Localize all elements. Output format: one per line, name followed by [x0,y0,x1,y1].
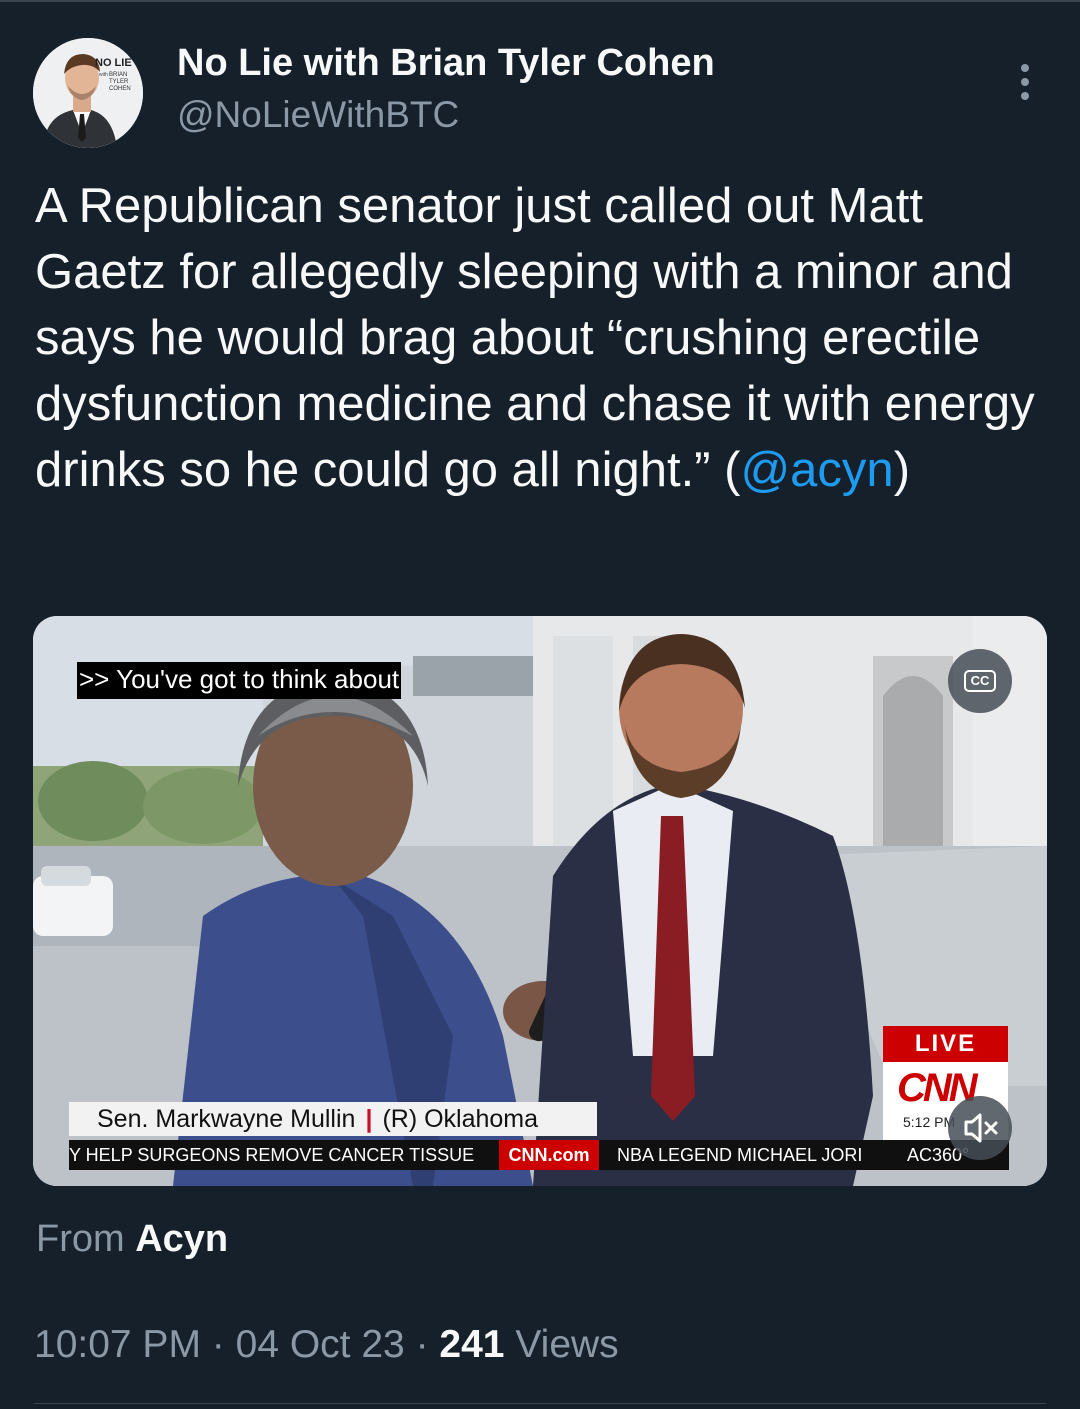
view-count: 241 [439,1323,505,1366]
meta-separator: · [415,1323,429,1366]
chyron-separator: | [365,1105,373,1133]
author-avatar[interactable]: NO LIE with BRIAN TYLER COHEN [33,38,143,148]
avatar-logo-brian: BRIAN [109,72,127,78]
avatar-image: NO LIE with BRIAN TYLER COHEN [33,38,143,148]
tweet-metadata: 10:07 PM · 04 Oct 23 · 241 Views [34,1323,619,1367]
avatar-logo-nolie: NO LIE [95,57,132,69]
more-options-button[interactable] [1004,60,1046,104]
tweet-date[interactable]: 04 Oct 23 [236,1323,405,1366]
tweet-time[interactable]: 10:07 PM [34,1323,201,1366]
chyron-name: Sen. Markwayne Mullin [97,1105,356,1133]
bottom-divider [34,1403,1046,1404]
unmute-button[interactable] [948,1096,1012,1160]
speaker-muted-icon [964,1113,998,1143]
author-display-name[interactable]: No Lie with Brian Tyler Cohen [177,42,715,85]
chyron-party: (R) Oklahoma [382,1105,539,1133]
video-player[interactable]: >> You've got to think about CC LIVE CNN… [33,616,1047,1186]
ticker-headline-right: NBA LEGEND MICHAEL JORI [617,1145,863,1165]
ticker-headline-left: Y HELP SURGEONS REMOVE CANCER TISSUE [69,1145,475,1165]
closed-captions-button[interactable]: CC [948,649,1012,713]
chyron-name-bar: Sen. Markwayne Mullin | (R) Oklahoma [69,1102,597,1136]
live-badge: LIVE [883,1026,1008,1062]
source-prefix: From [36,1218,125,1260]
ticker-brand: CNN.com [499,1140,599,1170]
more-dot-icon [1021,78,1029,86]
top-divider [0,0,1080,2]
tweet-text: A Republican senator just called out Mat… [35,173,1035,503]
cc-icon: CC [963,670,997,692]
views-label: Views [515,1323,619,1366]
more-dot-icon [1021,64,1029,72]
avatar-logo-tyler: TYLER [109,79,129,85]
avatar-logo-with: with [99,72,108,78]
source-account-link[interactable]: Acyn [135,1218,228,1260]
source-attribution: From Acyn [36,1218,228,1261]
mention-link[interactable]: @acyn [740,443,893,497]
more-dot-icon [1021,92,1029,100]
meta-separator: · [211,1323,225,1366]
tweet-text-end: ) [893,443,911,497]
video-caption: >> You've got to think about [77,662,402,699]
avatar-logo-cohen: COHEN [109,86,131,92]
tweet-page: NO LIE with BRIAN TYLER COHEN No Lie wit… [0,0,1080,1409]
author-handle[interactable]: @NoLieWithBTC [177,94,459,136]
news-ticker: Y HELP SURGEONS REMOVE CANCER TISSUE CNN… [69,1140,1009,1170]
